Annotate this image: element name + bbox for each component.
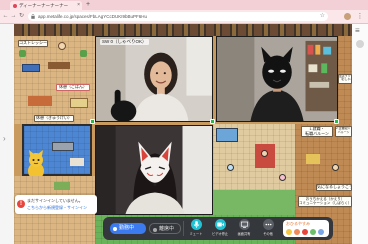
reaction-panel: おひるやすみ [283,220,329,237]
more-label: その他 [263,232,273,236]
map-table [28,96,52,106]
smile-reaction-icon[interactable] [286,229,292,235]
clap-reaction-icon[interactable] [294,229,300,235]
sign-in-notice: ! まだサインインしていません。 こちらから新規登録・サインイン [15,195,97,214]
speaking-indicator [210,119,215,124]
screen-share-icon [238,219,250,230]
status-icon [113,226,117,231]
map-floor-center [213,124,295,215]
sign-job: 1.就職・ 転職バルーン [301,126,333,137]
map-plant [80,50,87,57]
video-tile-1[interactable]: SW 0（しゃべりOK） [95,36,213,122]
map-avatar[interactable] [332,164,339,171]
video-tile-2[interactable] [216,36,338,122]
sign-chat-note: （おしゃべりOK） [339,77,351,82]
status-working-label: 勤務中 [119,225,135,231]
video-tile-label: SW 0（しゃべりOK） [100,39,149,45]
sign-interest: 気になるしょうこう [316,184,352,191]
mic-icon [190,219,202,230]
favicon-icon [13,3,17,8]
forward-icon[interactable]: → [10,11,17,22]
sign-lunch: 休憩（ごはん） [56,84,90,91]
notice-message: まだサインインしていません。 [27,198,83,203]
browser-menu-icon[interactable]: ⋮ [356,11,364,22]
tab-close-icon[interactable]: × [77,1,80,10]
mute-label: ミュート [189,232,203,236]
map-sofa [70,158,84,166]
map-rug [54,182,70,190]
screen-share-label: 画面共有 [237,232,251,236]
participant-video [217,37,337,121]
camera-icon [214,219,226,230]
bottom-toolbar: 勤務中 離席中 ミュート ビデオ停止 画面共有 その他 おひるやすみ [103,217,333,240]
warning-icon: ! [17,200,25,208]
browser-tab-strip: ディーナーナーナーナー × + [0,0,368,10]
sign-company: 2.企業紹介・ バルーン [335,126,352,137]
star-icon[interactable]: ☆ [320,12,325,21]
map-avatar[interactable] [261,150,268,157]
heart-reaction-icon[interactable] [302,229,308,235]
profile-avatar[interactable] [344,13,351,20]
status-away-button[interactable]: 離席中 [149,223,181,234]
sign-job-line2: 転職バルーン [305,130,329,136]
sign-home: おうちかえる（かえり） コミュニケーション（しばらく） [298,196,352,207]
more-icon [262,219,274,230]
status-away-label: 離席中 [159,226,175,232]
sign-top-left: コストレッシー [18,40,48,47]
sign-chat: 会話フリー （おしゃべりOK） [338,74,352,84]
map-wall [14,24,352,36]
map-avatar[interactable] [58,42,66,50]
address-bar[interactable]: app.metalife.co.jp/spaces/FbLAgYCcDUKI9b… [28,12,328,21]
lock-icon [31,14,35,19]
video-stop-button[interactable]: ビデオ停止 [208,217,232,240]
screen: ディーナーナーナーナー × + ← → ↻ app.metalife.co.jp… [0,0,368,244]
tab-title: ディーナーナーナーナー [19,3,69,8]
status-working-button[interactable]: 勤務中 [110,223,146,234]
wave-reaction-icon[interactable] [318,229,324,235]
participant-video [96,37,212,121]
reload-icon[interactable]: ↻ [18,11,25,22]
more-button[interactable]: その他 [256,217,280,240]
menu-icon[interactable]: ≡ [355,27,360,35]
map-table [306,154,320,164]
browser-tab[interactable]: ディーナーナーナーナー × [10,1,82,10]
left-side-panel: › [0,24,14,244]
video-stop-label: ビデオ停止 [212,232,228,236]
participant-video [96,126,212,214]
map-avatar[interactable] [227,164,234,171]
map-desk [52,142,74,151]
sign-in-link[interactable]: こちらから新規登録・サインイン [27,205,87,210]
map-table [70,98,88,108]
users-icon[interactable] [356,40,364,48]
map-floor-green [213,190,295,215]
sign-home-line2: コミュニケーション（しばらく） [299,201,352,206]
right-side-panel: ≡ [352,24,368,244]
map-screen [216,128,238,142]
thumbs-up-reaction-icon[interactable] [310,229,316,235]
map-bookshelf [48,62,70,69]
screen-share-button[interactable]: 画面共有 [232,217,256,240]
side-panel-toggle-icon[interactable]: › [3,134,6,143]
back-icon[interactable]: ← [2,11,9,22]
mute-button[interactable]: ミュート [184,217,208,240]
away-icon [153,227,157,232]
browser-toolbar: ← → ↻ app.metalife.co.jp/spaces/FbLAgYCc… [0,10,368,23]
speaking-indicator [90,119,95,124]
sign-rest: 休憩（きゅうけい） [34,115,74,122]
map-screen [22,64,40,72]
speaking-indicator [334,119,339,124]
map-avatar[interactable] [279,174,286,181]
video-tile-3[interactable] [95,125,213,215]
sign-company-line2: バルーン [337,129,350,134]
map-plant [19,50,26,57]
reaction-title: おひるやすみ [286,221,310,226]
url-text: app.metalife.co.jp/spaces/FbLAgYCcDUKI9b… [38,14,148,19]
new-tab-button[interactable]: + [86,0,90,10]
